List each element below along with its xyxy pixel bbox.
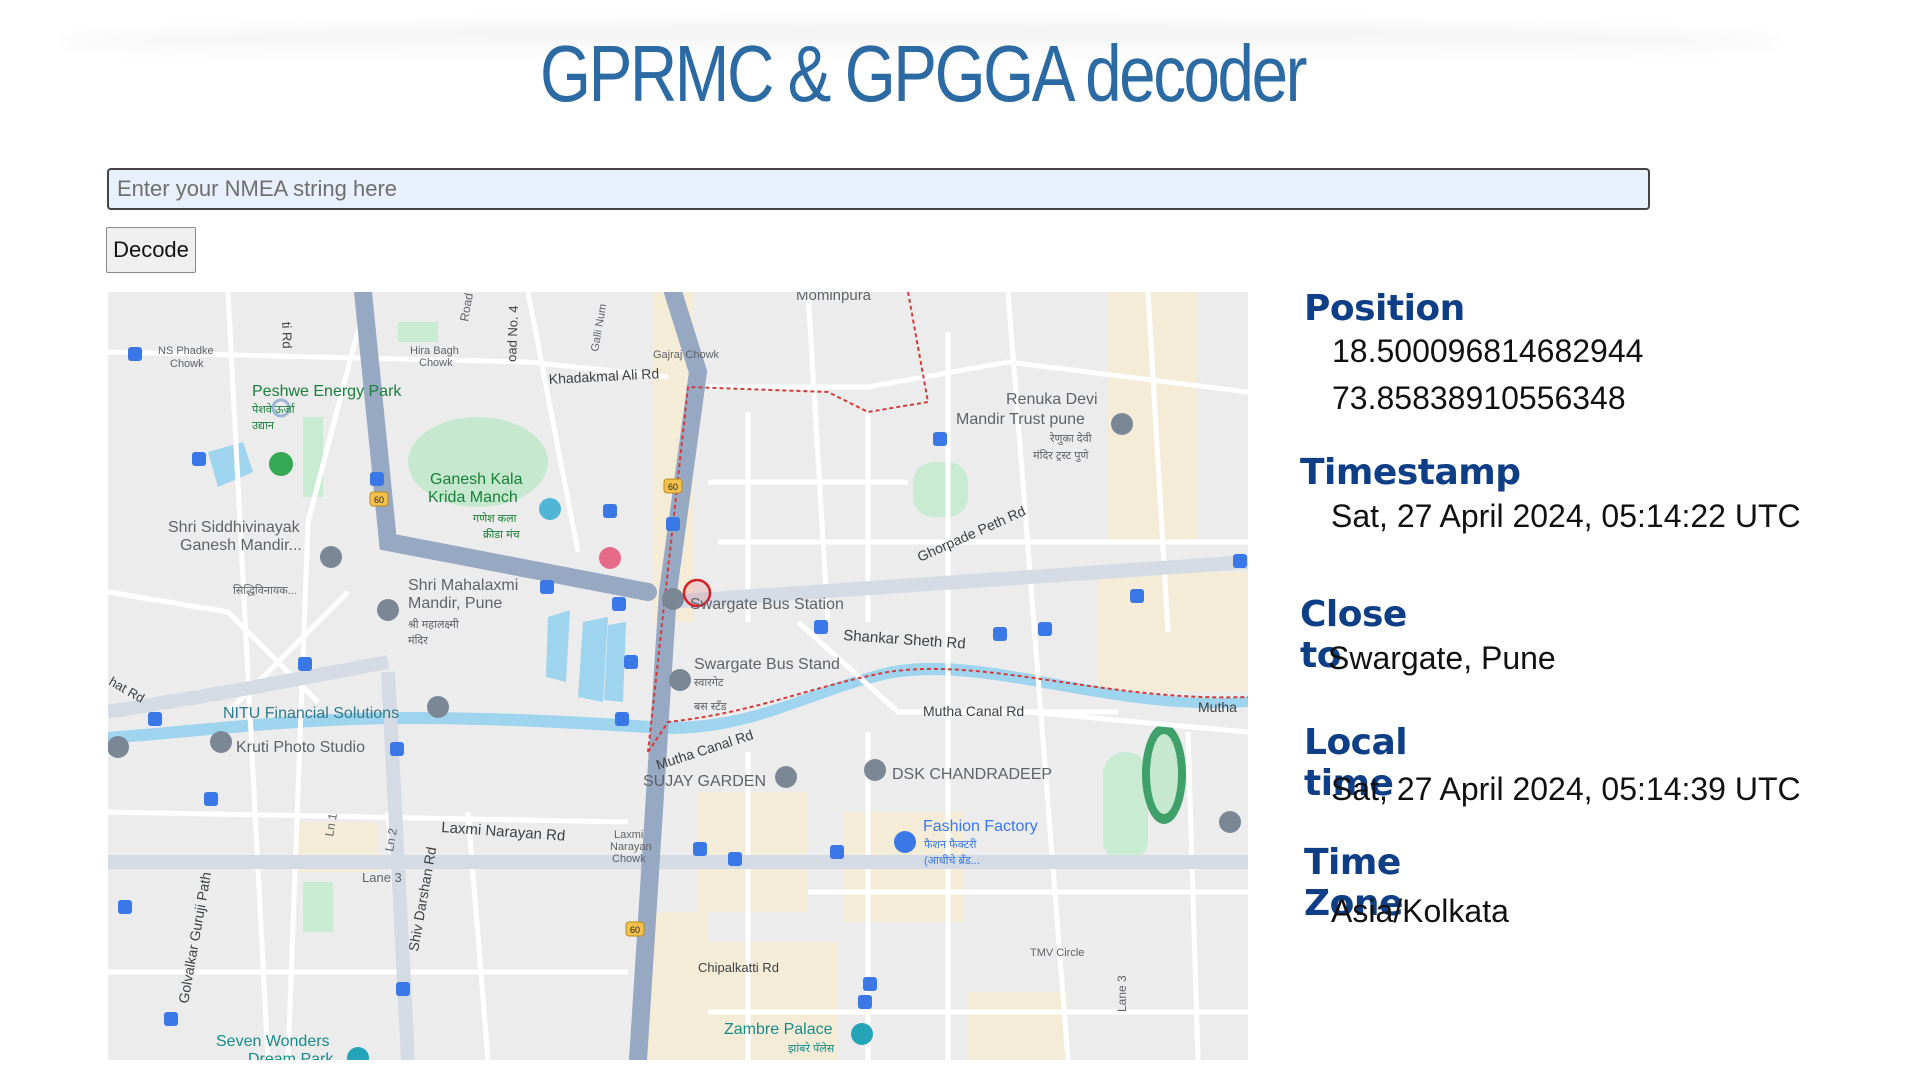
svg-text:बस स्टँड: बस स्टँड	[694, 700, 727, 713]
svg-text:60: 60	[668, 482, 678, 492]
svg-text:मंदिर: मंदिर	[408, 634, 428, 647]
svg-text:Mandir Trust pune: Mandir Trust pune	[956, 411, 1085, 428]
latitude-value: 18.500096814682944	[1332, 333, 1644, 369]
svg-text:पेशवे ऊर्जा: पेशवे ऊर्जा	[252, 403, 296, 416]
svg-text:Dream Park: Dream Park	[248, 1051, 334, 1060]
svg-text:गणेश कला: गणेश कला	[473, 512, 517, 525]
svg-text:Hira Bagh: Hira Bagh	[410, 345, 459, 357]
svg-text:Laxmi: Laxmi	[614, 829, 643, 841]
svg-text:Lane 3: Lane 3	[362, 870, 402, 885]
svg-text:Shri Siddhivinayak: Shri Siddhivinayak	[168, 519, 301, 536]
svg-text:Swargate Bus Station: Swargate Bus Station	[690, 596, 844, 613]
svg-text:झांबरे पॅलेस: झांबरे पॅलेस	[788, 1042, 835, 1055]
svg-text:श्री महालक्ष्मी: श्री महालक्ष्मी	[408, 618, 459, 631]
position-heading: Position	[1304, 288, 1465, 329]
svg-text:Chowk: Chowk	[170, 358, 204, 370]
svg-text:Shri Mahalaxmi: Shri Mahalaxmi	[408, 577, 518, 594]
svg-text:Chowk: Chowk	[612, 853, 646, 865]
svg-text:Swargate Bus Stand: Swargate Bus Stand	[694, 656, 840, 673]
svg-text:60: 60	[374, 495, 384, 505]
svg-text:Gajraj Chowk: Gajraj Chowk	[653, 349, 720, 361]
timestamp-heading: Timestamp	[1300, 452, 1521, 493]
longitude-value: 73.85838910556348	[1332, 380, 1626, 416]
svg-text:Fashion Factory: Fashion Factory	[923, 818, 1038, 835]
svg-text:मंदिर ट्रस्ट पुणे: मंदिर ट्रस्ट पुणे	[1033, 449, 1089, 462]
svg-text:Mutha Canal Rd: Mutha Canal Rd	[923, 703, 1024, 719]
svg-text:Renuka Devi: Renuka Devi	[1006, 391, 1098, 408]
svg-text:Mandir, Pune: Mandir, Pune	[408, 595, 502, 612]
svg-text:स्वारगेट: स्वारगेट	[694, 676, 724, 689]
svg-text:Zambre Palace: Zambre Palace	[724, 1021, 833, 1038]
svg-text:NITU Financial Solutions: NITU Financial Solutions	[223, 705, 399, 722]
svg-text:क्रीडा मंच: क्रीडा मंच	[483, 528, 521, 541]
svg-text:Lane 3: Lane 3	[1115, 975, 1129, 1012]
time-zone-value: Asia/Kolkata	[1331, 893, 1509, 929]
svg-text:उद्यान: उद्यान	[252, 420, 275, 432]
map-view[interactable]: 60 60 60 Mominpura NS Phadke Chowk Hira …	[108, 292, 1248, 1060]
svg-text:Kruti Photo Studio: Kruti Photo Studio	[236, 739, 365, 756]
svg-text:Mutha: Mutha	[1198, 699, 1237, 715]
svg-text:रेणुका देवी: रेणुका देवी	[1049, 432, 1091, 445]
svg-text:Ganesh Kala: Ganesh Kala	[430, 471, 523, 488]
local-time-value: Sat, 27 April 2024, 05:14:39 UTC	[1331, 771, 1801, 807]
svg-text:(आधीचे ब्रँड...: (आधीचे ब्रँड...	[924, 854, 980, 867]
svg-text:फैशन फैक्टरी: फैशन फैक्टरी	[924, 838, 977, 851]
svg-text:NS Phadke: NS Phadke	[158, 345, 214, 357]
page-title: GPRMC & GPGGA decoder	[540, 29, 1307, 118]
svg-text:Chowk: Chowk	[419, 357, 453, 369]
svg-text:Ganesh Mandir...: Ganesh Mandir...	[180, 537, 302, 554]
svg-text:ti Rd: ti Rd	[279, 322, 295, 349]
svg-text:DSK CHANDRADEEP: DSK CHANDRADEEP	[892, 766, 1052, 783]
svg-text:Mominpura: Mominpura	[796, 292, 872, 304]
decode-button[interactable]: Decode	[106, 227, 196, 273]
svg-text:सिद्धिविनायक...: सिद्धिविनायक...	[233, 584, 297, 597]
svg-text:Krida Manch: Krida Manch	[428, 489, 518, 506]
svg-text:Seven Wonders: Seven Wonders	[216, 1033, 330, 1050]
svg-text:Narayan: Narayan	[610, 841, 652, 853]
svg-text:TMV Circle: TMV Circle	[1030, 947, 1084, 959]
nmea-input[interactable]	[107, 168, 1650, 210]
svg-text:60: 60	[630, 925, 640, 935]
svg-text:Chipalkatti Rd: Chipalkatti Rd	[698, 960, 779, 975]
timestamp-value: Sat, 27 April 2024, 05:14:22 UTC	[1331, 498, 1801, 534]
svg-text:SUJAY GARDEN: SUJAY GARDEN	[643, 773, 766, 790]
close-to-value: Swargate, Pune	[1328, 640, 1556, 676]
svg-text:Peshwe Energy Park: Peshwe Energy Park	[252, 383, 402, 400]
svg-text:oad No. 4: oad No. 4	[504, 305, 521, 362]
